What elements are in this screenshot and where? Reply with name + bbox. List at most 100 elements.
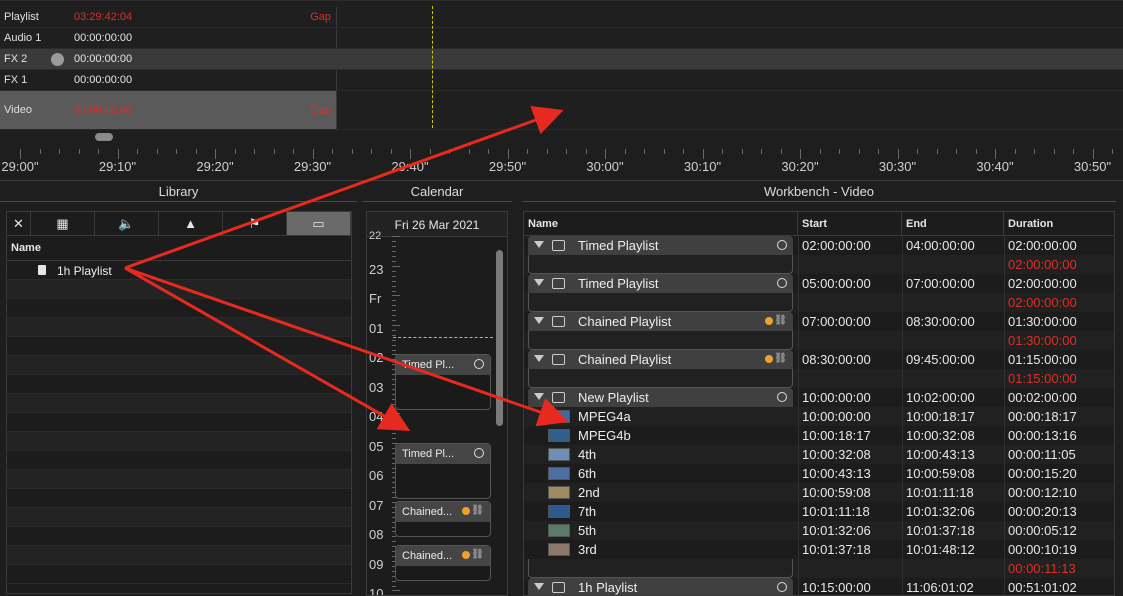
playlist-row[interactable]: 1h Playlist 10:15:00:00 11:06:01:02 00:51:0… bbox=[524, 578, 1114, 595]
column-duration[interactable]: Duration bbox=[1004, 212, 1114, 236]
remaining-row[interactable]: 01:30:00:00 bbox=[524, 331, 1114, 350]
start-time: 10:00:00:00 bbox=[802, 409, 871, 424]
playlist-row[interactable]: Chained Playlist ⛓ 07:00:00:00 08:30:00:00 0… bbox=[524, 312, 1114, 331]
start-time: 05:00:00:00 bbox=[802, 276, 871, 291]
calendar-tick bbox=[392, 349, 396, 351]
record-indicator-icon[interactable] bbox=[51, 53, 64, 66]
playlist-group-header[interactable]: 1h Playlist bbox=[528, 578, 793, 595]
disclosure-triangle-icon[interactable] bbox=[534, 355, 544, 362]
disclosure-triangle-icon[interactable] bbox=[534, 583, 544, 590]
library-column-name[interactable]: Name bbox=[7, 236, 351, 261]
calendar-scrollbar[interactable] bbox=[496, 250, 503, 426]
status-dot-icon bbox=[462, 507, 470, 515]
duration: 00:00:11:05 bbox=[1008, 447, 1076, 462]
playlist-group-header[interactable]: Timed Playlist bbox=[528, 236, 793, 255]
app-window: Playlist 03:29:42:04 Gap Audio 1 00:00:00:00… bbox=[0, 0, 1123, 596]
calendar-tick bbox=[392, 541, 396, 542]
playlist-name: 1h Playlist bbox=[578, 580, 638, 595]
playlist-group-header[interactable]: Chained Playlist ⛓ bbox=[528, 350, 793, 369]
remaining-row[interactable]: 00:00:11:13 bbox=[524, 559, 1114, 578]
calendar-hour: 04 bbox=[369, 409, 384, 424]
flag-icon[interactable]: ⚑ bbox=[223, 212, 287, 235]
calendar-event-timed[interactable]: Timed Pl... bbox=[395, 354, 491, 410]
clip-row[interactable]: MPEG4b 10:00:18:17 10:00:32:08 00:00:13:16 bbox=[524, 426, 1114, 445]
playlist-group-header[interactable]: Timed Playlist bbox=[528, 274, 793, 293]
calendar-event-timed[interactable]: Timed Pl... bbox=[395, 443, 491, 499]
column-start[interactable]: Start bbox=[798, 212, 902, 236]
calendar-tick bbox=[392, 329, 396, 331]
playlist-name: Timed Playlist bbox=[578, 276, 659, 291]
track-playlist[interactable]: Playlist 03:29:42:04 Gap bbox=[0, 7, 1123, 28]
playlist-group-header[interactable]: New Playlist bbox=[528, 388, 793, 407]
library-item[interactable]: 1h Playlist bbox=[7, 261, 351, 280]
workbench-title: Workbench - Video bbox=[522, 182, 1116, 202]
disclosure-triangle-icon[interactable] bbox=[534, 279, 544, 286]
playlist-icon bbox=[552, 582, 565, 593]
ruler-tick bbox=[605, 149, 606, 159]
column-name[interactable]: Name bbox=[524, 212, 798, 236]
calendar-event-chained[interactable]: Chained... ⛓ bbox=[395, 501, 491, 537]
speaker-icon[interactable]: 🔈 bbox=[95, 212, 159, 235]
ruler-tick bbox=[410, 149, 411, 159]
film-icon[interactable]: ▦ bbox=[31, 212, 95, 235]
track-timecode: 03:29:42:04 bbox=[74, 11, 133, 23]
end-time: 10:01:32:06 bbox=[906, 504, 975, 519]
duration: 00:00:18:17 bbox=[1008, 409, 1077, 424]
disclosure-triangle-icon[interactable] bbox=[534, 393, 544, 400]
mountain-icon[interactable]: ▲ bbox=[159, 212, 223, 235]
calendar-tick bbox=[392, 285, 396, 287]
timeline-scrollbar[interactable] bbox=[95, 133, 113, 141]
disclosure-triangle-icon[interactable] bbox=[534, 241, 544, 248]
playlist-group-body bbox=[528, 559, 793, 578]
clip-row[interactable]: 2nd 10:00:59:08 10:01:11:18 00:00:12:10 bbox=[524, 483, 1114, 502]
status-dot-icon bbox=[765, 317, 773, 325]
playlist-row[interactable]: Chained Playlist ⛓ 08:30:00:00 09:45:00:00 0… bbox=[524, 350, 1114, 369]
clip-row[interactable]: 5th 10:01:32:06 10:01:37:18 00:00:05:12 bbox=[524, 521, 1114, 540]
calendar-date[interactable]: Fri 26 Mar 2021 bbox=[367, 212, 507, 237]
clip-row[interactable]: 3rd 10:01:37:18 10:01:48:12 00:00:10:19 bbox=[524, 540, 1114, 559]
event-label: Timed Pl... bbox=[402, 448, 455, 460]
clip-row[interactable]: 6th 10:00:43:13 10:00:59:08 00:00:15:20 bbox=[524, 464, 1114, 483]
remaining-row[interactable]: 01:15:00:00 bbox=[524, 369, 1114, 388]
library-row bbox=[7, 375, 351, 394]
end-time: 10:01:11:18 bbox=[906, 485, 974, 500]
column-end[interactable]: End bbox=[902, 212, 1004, 236]
playlist-group-header[interactable]: Chained Playlist ⛓ bbox=[528, 312, 793, 331]
track-fx-1[interactable]: FX 1 00:00:00:00 bbox=[0, 70, 1123, 91]
calendar-event-chained[interactable]: Chained... ⛓ bbox=[395, 545, 491, 581]
ruler-tick bbox=[117, 149, 119, 159]
playlist-row[interactable]: New Playlist 10:00:00:00 10:02:00:00 00:02:… bbox=[524, 388, 1114, 407]
workbench-panel: Name Start End Duration Timed Playlist 02… bbox=[523, 211, 1115, 596]
playhead[interactable] bbox=[432, 6, 433, 128]
calendar-hour: 22 bbox=[369, 230, 382, 242]
ruler-tick bbox=[254, 149, 255, 154]
library-row bbox=[7, 413, 351, 432]
end-time: 08:30:00:00 bbox=[906, 314, 975, 329]
clip-row[interactable]: MPEG4a 10:00:00:00 10:00:18:17 00:00:18:17 bbox=[524, 407, 1114, 426]
clock-icon bbox=[777, 240, 787, 250]
remaining-row[interactable]: 02:00:00:00 bbox=[524, 255, 1114, 274]
time-ruler[interactable]: 29:00" 29:10" 29:20" 29:30" 29:40" 29:50" 30:0… bbox=[0, 147, 1123, 181]
track-audio-1[interactable]: Audio 1 00:00:00:00 bbox=[0, 28, 1123, 49]
calendar-hour: 01 bbox=[369, 320, 384, 336]
clip-row[interactable]: 4th 10:00:32:08 10:00:43:13 00:00:11:05 bbox=[524, 445, 1114, 464]
remaining-row[interactable]: 02:00:00:00 bbox=[524, 293, 1114, 312]
playlist-row[interactable]: Timed Playlist 02:00:00:00 04:00:00:00 02:0… bbox=[524, 236, 1114, 255]
ruler-tick bbox=[800, 149, 801, 159]
track-fx-2[interactable]: FX 2 00:00:00:00 bbox=[0, 49, 1123, 70]
disclosure-triangle-icon[interactable] bbox=[534, 317, 544, 324]
ruler-tick bbox=[1014, 149, 1016, 154]
calendar-hour: 06 bbox=[369, 468, 384, 483]
clip-row[interactable]: 7th 10:01:11:18 10:01:32:06 00:00:20:13 bbox=[524, 502, 1114, 521]
calendar-tick bbox=[392, 270, 396, 272]
duration: 00:00:20:13 bbox=[1008, 504, 1077, 519]
playlist-row[interactable]: Timed Playlist 05:00:00:00 07:00:00:00 02:0… bbox=[524, 274, 1114, 293]
calendar-tick bbox=[392, 280, 396, 282]
calendar-now-line bbox=[393, 337, 493, 338]
clock-icon bbox=[474, 448, 484, 458]
calendar-hour: 02 bbox=[369, 350, 384, 365]
window-icon[interactable]: ▭ bbox=[287, 212, 351, 235]
track-video[interactable]: Video 00:00:00:00 Gap bbox=[0, 91, 1123, 130]
close-icon[interactable]: ✕ bbox=[7, 212, 31, 235]
ruler-tick bbox=[156, 149, 158, 154]
